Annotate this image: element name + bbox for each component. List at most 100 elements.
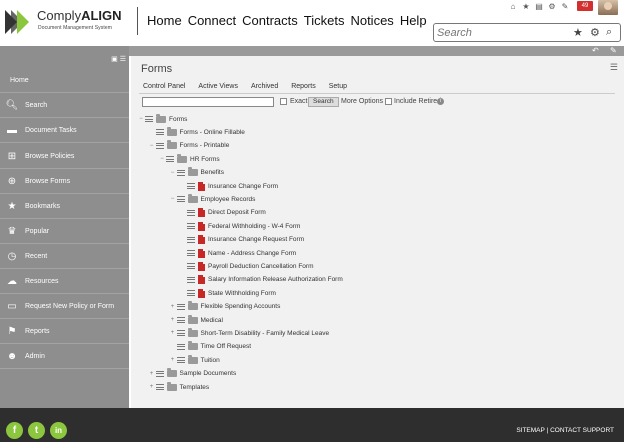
drag-handle-icon[interactable] <box>155 129 164 136</box>
tree-item-label[interactable]: Direct Deposit Form <box>208 209 266 216</box>
tree-document-item[interactable]: Insurance Change Form <box>179 181 278 191</box>
tree-folder-item[interactable]: + Short-Term Disability - Family Medical … <box>169 327 330 338</box>
tree-folder-item[interactable]: − Benefits <box>169 167 225 178</box>
drag-handle-icon[interactable] <box>187 290 195 297</box>
tree-item-label[interactable]: Insurance Change Request Form <box>208 236 304 243</box>
sitemap-link[interactable]: SITEMAP <box>516 427 544 434</box>
tab-active-views[interactable]: Active Views <box>198 83 238 90</box>
tree-item-label[interactable]: Forms <box>169 116 187 123</box>
expand-toggle-icon[interactable]: + <box>148 384 156 390</box>
drag-handle-icon[interactable] <box>155 384 164 390</box>
sidebar-item-request-new-policy[interactable]: ▭ Request New Policy or Form <box>0 294 129 319</box>
nav-tickets[interactable]: Tickets <box>304 13 345 28</box>
search-button[interactable]: Search <box>308 97 339 107</box>
bookmark-icon[interactable]: ★ <box>521 2 531 11</box>
linkedin-icon[interactable]: in <box>50 422 67 439</box>
tree-document-item[interactable]: State Withholding Form <box>179 288 276 298</box>
sidebar-item-browse-policies[interactable]: ⊞ Browse Policies <box>0 144 129 169</box>
document-icon[interactable]: ▤ <box>534 2 544 11</box>
drag-handle-icon[interactable] <box>176 169 185 176</box>
sidebar-item-browse-forms[interactable]: ⊕ Browse Forms <box>0 169 129 194</box>
tab-archived[interactable]: Archived <box>251 83 278 90</box>
drag-handle-icon[interactable] <box>187 263 195 270</box>
nav-help[interactable]: Help <box>400 13 427 28</box>
tree-folder-item[interactable]: − Forms - Printable <box>148 140 230 151</box>
sidebar-item-admin[interactable]: ☻ Admin <box>0 344 129 369</box>
edit-pencil-icon[interactable]: ✎ <box>610 46 617 55</box>
tree-folder-item[interactable]: + Tuition <box>169 354 220 365</box>
tree-folder-item[interactable]: Forms - Online Fillable <box>148 126 245 137</box>
tree-item-label[interactable]: Benefits <box>201 169 225 176</box>
comply-align-logo[interactable]: ComplyALIGN Document Management System <box>3 6 133 38</box>
tree-document-item[interactable]: Salary Information Release Authorization… <box>179 275 343 285</box>
drag-handle-icon[interactable] <box>145 116 153 122</box>
sidebar-layout-icon[interactable]: ▣ ☰ <box>111 55 126 63</box>
tree-folder-item[interactable]: Time Off Request <box>169 341 251 352</box>
tree-item-label[interactable]: HR Forms <box>190 156 220 163</box>
drag-handle-icon[interactable] <box>155 142 164 149</box>
tree-document-item[interactable]: Direct Deposit Form <box>179 208 266 218</box>
expand-toggle-icon[interactable]: + <box>148 371 156 377</box>
sidebar-item-reports[interactable]: ⚑ Reports <box>0 319 129 344</box>
tree-document-item[interactable]: Federal Withholding - W-4 Form <box>179 221 300 231</box>
sidebar-item-popular[interactable]: ♛ Popular <box>0 219 129 244</box>
tree-folder-item[interactable]: − HR Forms <box>158 153 220 164</box>
nav-home[interactable]: Home <box>147 13 182 28</box>
panel-menu-icon[interactable]: ☰ <box>610 62 618 73</box>
more-options-link[interactable]: More Options <box>341 98 383 105</box>
tree-folder-item[interactable]: − Employee Records <box>169 193 256 204</box>
drag-handle-icon[interactable] <box>176 330 185 337</box>
expand-toggle-icon[interactable]: − <box>169 196 177 202</box>
home-icon[interactable]: ⌂ <box>508 2 518 11</box>
nav-notices[interactable]: Notices <box>350 13 393 28</box>
tree-item-label[interactable]: Templates <box>180 384 210 391</box>
tree-item-label[interactable]: Sample Documents <box>180 370 237 377</box>
sidebar-item-resources[interactable]: ☁ Resources <box>0 269 129 294</box>
tree-item-label[interactable]: Name - Address Change Form <box>208 250 296 257</box>
user-avatar[interactable] <box>598 0 618 15</box>
sidebar-item-search[interactable]: 🔍︎ Search <box>0 93 129 118</box>
drag-handle-icon[interactable] <box>176 317 185 323</box>
search-input[interactable] <box>437 26 565 39</box>
expand-toggle-icon[interactable]: + <box>169 317 177 323</box>
tree-item-label[interactable]: Federal Withholding - W-4 Form <box>208 223 300 230</box>
tab-setup[interactable]: Setup <box>329 83 347 90</box>
search-icon[interactable]: ⌕ <box>606 26 612 39</box>
tree-item-label[interactable]: Short-Term Disability - Family Medical L… <box>201 330 330 337</box>
tree-item-label[interactable]: Salary Information Release Authorization… <box>208 276 343 283</box>
drag-handle-icon[interactable] <box>155 370 164 377</box>
expand-toggle-icon[interactable]: − <box>169 170 177 176</box>
tree-folder-item[interactable]: + Flexible Spending Accounts <box>169 301 280 312</box>
tree-document-item[interactable]: Name - Address Change Form <box>179 248 296 258</box>
tree-item-label[interactable]: Medical <box>201 317 223 324</box>
tree-folder-item[interactable]: + Templates <box>148 381 210 392</box>
tree-item-label[interactable]: Insurance Change Form <box>208 183 278 190</box>
nav-contracts[interactable]: Contracts <box>242 13 298 28</box>
tree-item-label[interactable]: Forms - Online Fillable <box>180 129 245 136</box>
expand-toggle-icon[interactable]: − <box>137 116 145 122</box>
include-retired-checkbox[interactable] <box>385 98 392 105</box>
drag-handle-icon[interactable] <box>187 209 195 216</box>
twitter-icon[interactable]: t <box>28 422 45 439</box>
nav-connect[interactable]: Connect <box>188 13 236 28</box>
tab-reports[interactable]: Reports <box>291 83 316 90</box>
expand-toggle-icon[interactable]: + <box>169 304 177 310</box>
drag-handle-icon[interactable] <box>187 236 195 243</box>
tree-folder-item[interactable]: + Medical <box>169 314 223 325</box>
tree-item-label[interactable]: Employee Records <box>201 196 256 203</box>
tree-folder-item[interactable]: − Forms <box>137 113 187 124</box>
tree-item-label[interactable]: Forms - Printable <box>180 142 230 149</box>
expand-toggle-icon[interactable]: − <box>158 156 166 162</box>
sidebar-item-home[interactable]: Home <box>0 68 129 93</box>
drag-handle-icon[interactable] <box>166 156 174 163</box>
tree-document-item[interactable]: Payroll Deduction Cancellation Form <box>179 261 314 271</box>
drag-handle-icon[interactable] <box>176 303 185 310</box>
search-settings-icon[interactable]: ⚙ <box>590 26 600 39</box>
expand-toggle-icon[interactable]: + <box>169 330 177 336</box>
collapse-icon[interactable]: ↶ <box>592 46 599 55</box>
notification-badge[interactable]: 49 <box>577 1 593 11</box>
tree-item-label[interactable]: State Withholding Form <box>208 290 276 297</box>
tree-item-label[interactable]: Payroll Deduction Cancellation Form <box>208 263 314 270</box>
info-icon[interactable]: i <box>437 98 444 105</box>
drag-handle-icon[interactable] <box>187 183 195 189</box>
